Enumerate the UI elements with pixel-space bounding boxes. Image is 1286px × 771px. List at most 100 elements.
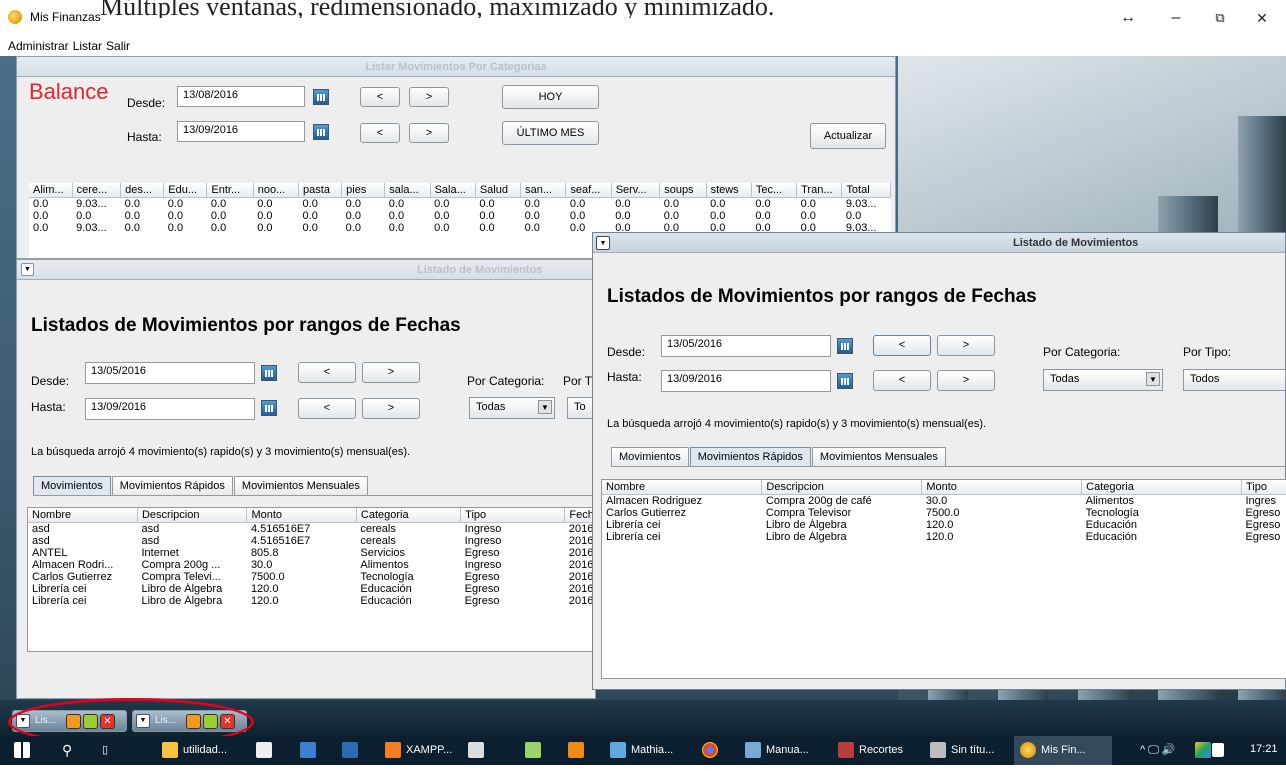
- tab-movimientos-mensuales[interactable]: Movimientos Mensuales: [811, 447, 946, 466]
- close-button[interactable]: ✕: [1242, 4, 1282, 32]
- taskbar-explorer-icon[interactable]: [300, 736, 321, 765]
- column-header[interactable]: noo...: [253, 183, 300, 198]
- tab-movimientos-mensuales[interactable]: Movimientos Mensuales: [233, 476, 368, 495]
- column-header[interactable]: seaf...: [565, 183, 612, 198]
- list2-desde-prev-button[interactable]: <: [873, 335, 931, 356]
- table-row[interactable]: Almacen Rodriguez Compra 200g de café 30.0…: [602, 495, 1286, 508]
- column-header[interactable]: sala...: [384, 183, 431, 198]
- list2-desde-field[interactable]: 13/05/2016: [661, 335, 831, 357]
- ultimo-mes-button[interactable]: ÚLTIMO MES: [502, 121, 599, 145]
- column-header[interactable]: soups: [659, 183, 707, 198]
- window-menu-icon[interactable]: ▼: [21, 263, 34, 276]
- windows-start-icon[interactable]: [14, 736, 35, 765]
- taskbar-netbeans-icon[interactable]: [342, 736, 363, 765]
- taskbar-item-recortes[interactable]: Recortes: [838, 736, 903, 765]
- system-tray[interactable]: ^ 🖵 🔊: [1140, 736, 1176, 765]
- table-row[interactable]: Almacen Rodri... Compra 200g ... 30.0 Alime…: [28, 559, 596, 571]
- column-header[interactable]: pasta: [298, 183, 343, 198]
- list2-desde-next-button[interactable]: >: [937, 335, 995, 356]
- tab-movimientos-rapidos[interactable]: Movimientos Rápidos: [111, 476, 233, 495]
- column-header[interactable]: Monto: [921, 480, 1083, 495]
- calendar-icon[interactable]: [313, 124, 329, 140]
- balance-hasta-next-button[interactable]: >: [409, 123, 449, 143]
- taskbar-item-mis-finanzas[interactable]: Mis Fin...: [1014, 736, 1112, 765]
- table-row[interactable]: Librería cei Libro de Álgebra 120.0 Educaci…: [602, 519, 1286, 531]
- table-row[interactable]: Librería cei Libro de Álgebra 120.0 Educaci…: [28, 595, 596, 607]
- list2-tipo-select[interactable]: Todos: [1183, 369, 1286, 391]
- table-row[interactable]: Librería cei Libro de Álgebra 120.0 Educaci…: [602, 531, 1286, 543]
- column-header[interactable]: Monto: [246, 508, 357, 523]
- taskbar-item-manua[interactable]: Manua...: [745, 736, 809, 765]
- column-header[interactable]: Sala...: [430, 183, 476, 198]
- column-header[interactable]: Nombre: [28, 508, 138, 523]
- menu-salir[interactable]: Salir: [106, 36, 130, 56]
- column-header[interactable]: san...: [520, 183, 567, 198]
- hoy-button[interactable]: HOY: [502, 85, 599, 109]
- balance-desde-field[interactable]: 13/08/2016: [177, 86, 305, 107]
- task-view-icon[interactable]: ▯: [102, 736, 108, 765]
- calendar-icon[interactable]: [261, 365, 277, 381]
- menu-listar[interactable]: Listar: [73, 36, 102, 56]
- column-header[interactable]: des...: [120, 183, 165, 198]
- column-header[interactable]: Edu...: [163, 183, 208, 198]
- column-header[interactable]: cere...: [72, 183, 122, 198]
- column-header[interactable]: Tipo: [1241, 480, 1286, 495]
- table-row[interactable]: asdasd4.516516E7cerealsIngreso2016-09: [28, 523, 596, 536]
- taskbar-chrome-icon[interactable]: [702, 736, 723, 765]
- calendar-icon[interactable]: [313, 89, 329, 105]
- menu-administrar[interactable]: Administrar: [8, 36, 69, 56]
- taskbar-item-utilidad[interactable]: utilidad...: [162, 736, 227, 765]
- list2-hasta-field[interactable]: 13/09/2016: [661, 370, 831, 392]
- taskbar-notepad-icon[interactable]: [525, 736, 546, 765]
- taskbar-item-mathia[interactable]: Mathia...: [610, 736, 673, 765]
- table-row[interactable]: Carlos Gutierrez Compra Televisor 7500.0 Te…: [602, 507, 1286, 519]
- taskbar-item-sin-titulo[interactable]: Sin títu...: [930, 736, 994, 765]
- minimize-button[interactable]: –: [1156, 4, 1196, 32]
- taskbar-item-xampp[interactable]: XAMPP...: [385, 736, 452, 765]
- list2-hasta-next-button[interactable]: >: [937, 370, 995, 391]
- table-row[interactable]: Carlos Gutierrez Compra Televi... 7500.0 Te…: [28, 571, 596, 583]
- actualizar-button[interactable]: Actualizar: [810, 123, 886, 149]
- column-header[interactable]: Salud: [475, 183, 522, 198]
- column-header[interactable]: Tipo: [460, 508, 566, 523]
- column-header[interactable]: Descripcion: [761, 480, 923, 495]
- column-header[interactable]: Tran...: [796, 183, 843, 198]
- taskbar-store-icon[interactable]: [256, 736, 277, 765]
- calendar-icon[interactable]: [837, 373, 853, 389]
- table-row[interactable]: 0.0 0.0 0.0 0.0 0.0 0.0 0.0 0.0 0.0 0.0 0.0 0.0 0.0 0…: [29, 210, 891, 222]
- list1-hasta-next-button[interactable]: >: [362, 398, 420, 419]
- list2-hasta-prev-button[interactable]: <: [873, 370, 931, 391]
- list1-categoria-select[interactable]: Todas ▼: [469, 397, 555, 419]
- maximize-button[interactable]: ⧉: [1200, 4, 1240, 32]
- column-header[interactable]: stews: [706, 183, 752, 198]
- column-header[interactable]: Categoria: [356, 508, 462, 523]
- balance-hasta-prev-button[interactable]: <: [360, 123, 400, 143]
- window-menu-icon[interactable]: ▼: [596, 236, 610, 250]
- tab-movimientos[interactable]: Movimientos: [611, 447, 689, 466]
- column-header[interactable]: Descripcion: [137, 508, 248, 523]
- column-header[interactable]: Total: [841, 183, 891, 198]
- column-header[interactable]: Alim...: [29, 183, 73, 198]
- notifications-icon[interactable]: [1212, 736, 1229, 765]
- balance-desde-prev-button[interactable]: <: [360, 87, 400, 107]
- list1-hasta-field[interactable]: 13/09/2016: [85, 398, 255, 420]
- column-header[interactable]: pies: [341, 183, 386, 198]
- list1-desde-prev-button[interactable]: <: [298, 362, 356, 383]
- table-row[interactable]: Librería cei Libro de Álgebra 120.0 Educaci…: [28, 583, 596, 595]
- table-row[interactable]: 0.0 9.03... 0.0 0.0 0.0 0.0 0.0 0.0 0.0 0.0 0.0 0.0…: [29, 198, 891, 211]
- taskbar-vlc-icon[interactable]: [568, 736, 589, 765]
- column-header[interactable]: Nombre: [602, 480, 763, 495]
- list1-hasta-prev-button[interactable]: <: [298, 398, 356, 419]
- resize-arrows-icon[interactable]: ↔: [1108, 4, 1148, 32]
- column-header[interactable]: Serv...: [611, 183, 661, 198]
- calendar-icon[interactable]: [261, 400, 277, 416]
- taskbar-tool-icon[interactable]: [468, 736, 489, 765]
- tab-movimientos-rapidos[interactable]: Movimientos Rápidos: [689, 447, 811, 466]
- column-header[interactable]: Categoria: [1081, 480, 1242, 495]
- table-row[interactable]: ANTELInternet805.8ServiciosEgreso2016-09: [28, 547, 596, 559]
- column-header[interactable]: Tec...: [751, 183, 798, 198]
- balance-hasta-field[interactable]: 13/09/2016: [177, 121, 305, 142]
- list1-desde-next-button[interactable]: >: [362, 362, 420, 383]
- table-row[interactable]: asdasd4.516516E7cerealsIngreso2016-09: [28, 535, 596, 547]
- calendar-icon[interactable]: [837, 338, 853, 354]
